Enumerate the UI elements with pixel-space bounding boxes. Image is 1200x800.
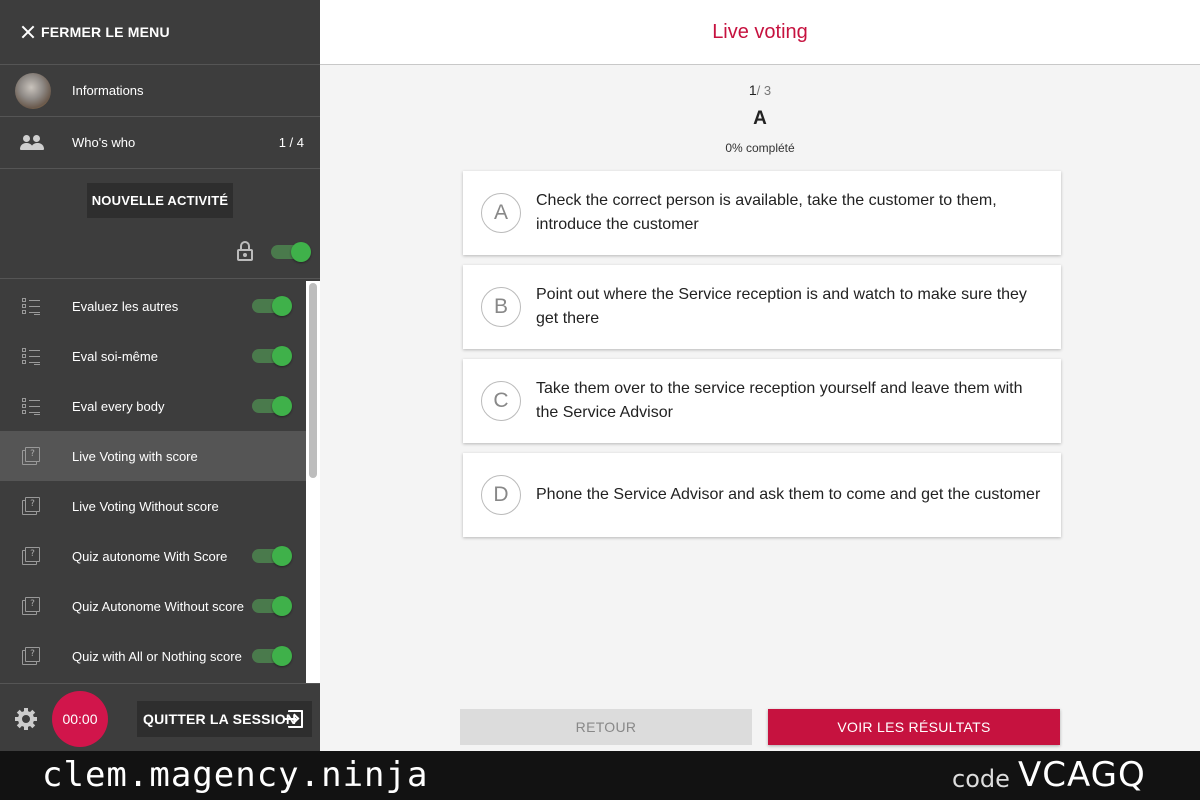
list-icon: [22, 347, 42, 365]
sidebar-footer: 00:00 QUITTER LA SESSION: [0, 683, 320, 751]
activity-item[interactable]: Eval soi-même: [0, 331, 306, 381]
activity-label: Eval every body: [72, 398, 165, 414]
sidebar-item-label: Who's who: [72, 135, 136, 150]
question-current: 1: [748, 82, 757, 98]
answer-text: Phone the Service Advisor and ask them t…: [536, 486, 1041, 503]
close-menu-label: FERMER LE MENU: [41, 24, 170, 40]
sidebar-item-label: Informations: [72, 83, 144, 98]
activity-label: Evaluez les autres: [72, 298, 179, 314]
page-header: Live voting: [320, 0, 1200, 65]
activity-item[interactable]: Evaluez les autres: [0, 281, 306, 331]
activity-toggle[interactable]: [252, 646, 292, 666]
timer-button[interactable]: 00:00: [52, 691, 108, 747]
activity-label: Quiz with All or Nothing score: [72, 648, 242, 664]
list-icon: [22, 297, 42, 315]
activity-label: Live Voting Without score: [72, 498, 219, 514]
gear-icon[interactable]: [15, 708, 37, 730]
activity-toggle[interactable]: [252, 346, 292, 366]
answer-letter: A: [481, 193, 521, 233]
question-progress: 1/ 3: [320, 82, 1200, 98]
question-total: / 3: [756, 83, 772, 98]
activity-label: Eval soi-même: [72, 348, 158, 364]
see-results-button[interactable]: VOIR LES RÉSULTATS: [768, 709, 1060, 745]
answer-option[interactable]: D Phone the Service Advisor and ask them …: [463, 453, 1061, 537]
answer-letter: D: [481, 475, 521, 515]
answer-text: Point out where the Service reception is…: [536, 286, 1027, 327]
activity-toggle[interactable]: [252, 396, 292, 416]
lock-icon: [236, 241, 254, 261]
answer-text: Take them over to the service reception …: [536, 380, 1023, 421]
scrollbar-thumb[interactable]: [309, 283, 317, 478]
completion-status: 0% complété: [725, 141, 795, 155]
back-button[interactable]: RETOUR: [460, 709, 752, 745]
quiz-icon: ?: [22, 647, 42, 665]
activity-label: Quiz Autonome Without score: [72, 598, 244, 614]
quiz-icon: ?: [22, 497, 42, 515]
activity-item[interactable]: Eval every body: [0, 381, 306, 431]
sidebar-item-informations[interactable]: Informations: [0, 65, 320, 117]
people-icon: [20, 134, 44, 151]
avatar: [15, 72, 51, 109]
sidebar-item-whos-who[interactable]: Who's who 1 / 4: [0, 117, 320, 169]
activity-label: Live Voting with score: [72, 448, 198, 464]
activity-item[interactable]: ? Quiz with All or Nothing score: [0, 631, 306, 681]
session-bar: clem.magency.ninja code VCAGQ: [0, 751, 1200, 800]
activity-item[interactable]: ? Live Voting with score: [0, 431, 306, 481]
page-title: Live voting: [712, 20, 808, 43]
activity-toggle[interactable]: [252, 596, 292, 616]
session-code-label: code: [952, 765, 1010, 793]
activity-item[interactable]: ? Live Voting Without score: [0, 481, 306, 531]
quiz-icon: ?: [22, 447, 42, 465]
quit-session-label: QUITTER LA SESSION: [143, 711, 297, 727]
quiz-icon: ?: [22, 547, 42, 565]
activity-item[interactable]: ? Quiz Autonome Without score: [0, 581, 306, 631]
activity-item[interactable]: ? Quiz autonome With Score: [0, 531, 306, 581]
lock-toggle[interactable]: [271, 242, 311, 262]
activity-toggle[interactable]: [252, 546, 292, 566]
answer-letter: C: [481, 381, 521, 421]
activity-label: Quiz autonome With Score: [72, 548, 228, 564]
quit-session-button[interactable]: QUITTER LA SESSION: [137, 701, 312, 737]
site-url: clem.magency.ninja: [42, 755, 429, 795]
question-title: A: [753, 108, 767, 129]
new-activity-section: NOUVELLE ACTIVITÉ: [0, 169, 320, 279]
answer-option[interactable]: B Point out where the Service reception i…: [463, 265, 1061, 349]
list-icon: [22, 397, 42, 415]
exit-icon: [284, 710, 304, 728]
answer-option[interactable]: C Take them over to the service reception…: [463, 359, 1061, 443]
quiz-icon: ?: [22, 597, 42, 615]
answer-letter: B: [481, 287, 521, 327]
close-icon: [20, 24, 36, 40]
new-activity-button[interactable]: NOUVELLE ACTIVITÉ: [87, 183, 233, 218]
activity-toggle[interactable]: [252, 296, 292, 316]
participant-count: 1 / 4: [278, 135, 304, 150]
activity-list: Evaluez les autres Eval soi-même Eval ever…: [0, 281, 306, 683]
session-code: VCAGQ: [1018, 755, 1146, 795]
answer-option[interactable]: A Check the correct person is available, …: [463, 171, 1061, 255]
close-menu-button[interactable]: FERMER LE MENU: [0, 0, 320, 65]
answer-text: Check the correct person is available, t…: [536, 192, 997, 233]
activity-list-scrollbar[interactable]: [306, 281, 320, 683]
